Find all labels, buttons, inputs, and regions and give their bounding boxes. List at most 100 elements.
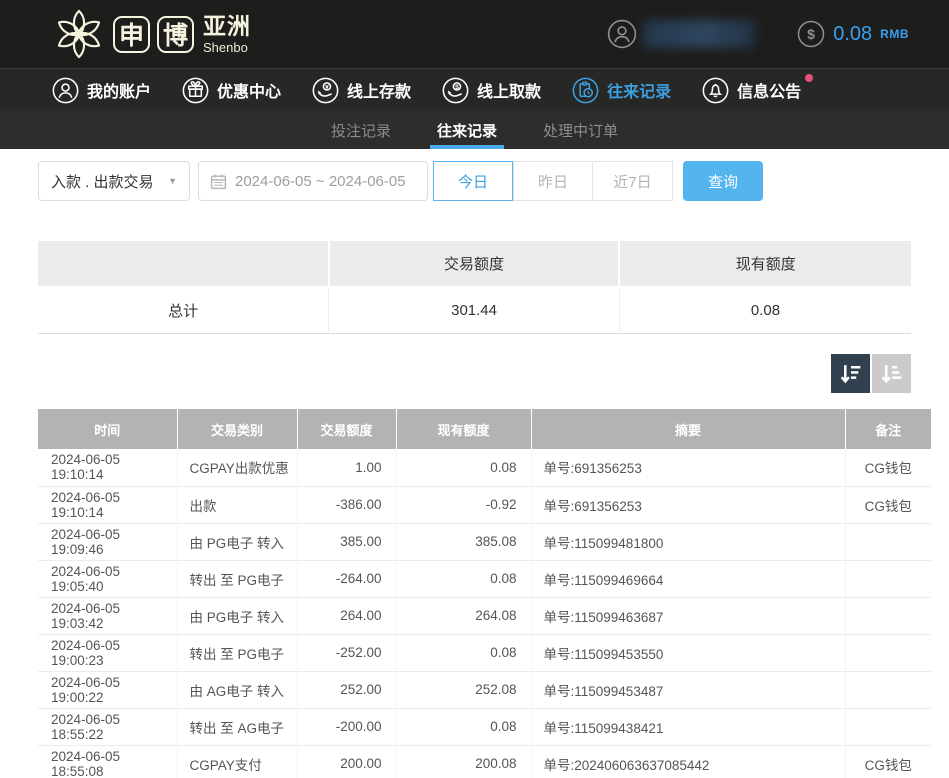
- brand-logo: 申 博 亚洲 Shenbo: [52, 7, 251, 61]
- sort-ascending-button[interactable]: [872, 354, 911, 393]
- nav-label: 我的账户: [87, 78, 151, 102]
- transaction-type-select[interactable]: 入款 . 出款交易 ▼: [38, 161, 190, 201]
- table-row: 2024-06-05 19:10:14 出款 -386.00 -0.92 单号:…: [38, 486, 931, 523]
- cell-note: [845, 634, 931, 671]
- cell-time: 2024-06-05 19:09:46: [38, 523, 177, 560]
- cell-note: [845, 708, 931, 745]
- header-transaction-type: 交易类别: [177, 409, 297, 449]
- transactions-table: 时间 交易类别 交易额度 现有额度 摘要 备注 2024-06-05 19:10…: [38, 409, 931, 778]
- cell-note: CG钱包: [845, 449, 931, 486]
- last-7-days-button[interactable]: 近7日: [593, 161, 673, 201]
- summary-transaction-total: 301.44: [329, 287, 620, 334]
- balance-currency: RMB: [880, 27, 909, 41]
- table-row: 2024-06-05 18:55:22 转出 至 AG电子 -200.00 0.…: [38, 708, 931, 745]
- cell-transaction-type: 由 PG电子 转入: [177, 597, 297, 634]
- cell-summary: 单号:115099463687: [531, 597, 845, 634]
- cell-current-balance: 264.08: [396, 597, 531, 634]
- tab-betting-records[interactable]: 投注记录: [331, 111, 391, 149]
- gift-icon: [182, 77, 209, 104]
- tab-pending-orders[interactable]: 处理中订单: [543, 111, 618, 149]
- cell-note: CG钱包: [845, 745, 931, 778]
- nav-item-transaction-records[interactable]: 往来记录: [572, 77, 671, 104]
- cell-transaction-amount: 385.00: [297, 523, 396, 560]
- header-current-balance: 现有额度: [396, 409, 531, 449]
- user-icon: [607, 19, 637, 49]
- cell-time: 2024-06-05 18:55:22: [38, 708, 177, 745]
- transactions-header-row: 时间 交易类别 交易额度 现有额度 摘要 备注: [38, 409, 931, 449]
- svg-text:$: $: [807, 26, 815, 42]
- content-area: 入款 . 出款交易 ▼ 2024-06-05 ~ 2024-06-05: [0, 161, 949, 778]
- today-button[interactable]: 今日: [433, 161, 513, 201]
- sort-controls: [38, 354, 911, 393]
- withdraw-icon: $: [442, 77, 469, 104]
- balance-amount: 0.08: [833, 23, 872, 46]
- notification-dot: [805, 74, 813, 82]
- tab-label: 投注记录: [331, 120, 391, 141]
- balance-display: $ 0.08 RMB: [797, 20, 909, 48]
- cell-transaction-amount: 252.00: [297, 671, 396, 708]
- table-row: 2024-06-05 19:10:14 CGPAY出款优惠 1.00 0.08 …: [38, 449, 931, 486]
- sub-navigation: 投注记录 往来记录 处理中订单: [0, 111, 949, 149]
- page: 申 博 亚洲 Shenbo: [0, 0, 949, 778]
- bell-icon: [702, 77, 729, 104]
- transactions-body: 2024-06-05 19:10:14 CGPAY出款优惠 1.00 0.08 …: [38, 449, 931, 778]
- records-icon: [572, 77, 599, 104]
- cell-transaction-type: 转出 至 AG电子: [177, 708, 297, 745]
- quick-range-group: 今日 昨日 近7日: [433, 161, 673, 201]
- cell-transaction-amount: 1.00: [297, 449, 396, 486]
- nav-item-announcements[interactable]: 信息公告: [702, 77, 801, 104]
- cell-time: 2024-06-05 19:05:40: [38, 560, 177, 597]
- user-account-chip[interactable]: [607, 19, 755, 49]
- summary-header-balance: 现有额度: [619, 241, 911, 287]
- tab-transaction-records[interactable]: 往来记录: [437, 111, 497, 149]
- sort-descending-button[interactable]: [831, 354, 870, 393]
- nav-item-online-withdrawal[interactable]: $ 线上取款: [442, 77, 541, 104]
- nav-item-online-deposit[interactable]: 线上存款: [312, 77, 411, 104]
- nav-label: 线上存款: [347, 78, 411, 102]
- table-row: 2024-06-05 19:03:42 由 PG电子 转入 264.00 264…: [38, 597, 931, 634]
- summary-total-row: 总计 301.44 0.08: [38, 287, 911, 334]
- calendar-icon: [210, 173, 227, 190]
- cell-current-balance: -0.92: [396, 486, 531, 523]
- cell-transaction-amount: -252.00: [297, 634, 396, 671]
- date-range-input[interactable]: 2024-06-05 ~ 2024-06-05: [198, 161, 428, 201]
- cell-current-balance: 0.08: [396, 634, 531, 671]
- yesterday-button[interactable]: 昨日: [513, 161, 593, 201]
- cell-time: 2024-06-05 19:00:23: [38, 634, 177, 671]
- summary-header-transaction: 交易额度: [329, 241, 620, 287]
- cell-summary: 单号:115099453487: [531, 671, 845, 708]
- redacted-username: [643, 20, 755, 48]
- cell-transaction-amount: -386.00: [297, 486, 396, 523]
- summary-balance-total: 0.08: [619, 287, 911, 334]
- header-summary: 摘要: [531, 409, 845, 449]
- cell-transaction-type: CGPAY支付: [177, 745, 297, 778]
- nav-label: 线上取款: [477, 78, 541, 102]
- dollar-coin-icon: $: [797, 20, 825, 48]
- cell-transaction-type: 由 PG电子 转入: [177, 523, 297, 560]
- header-time: 时间: [38, 409, 177, 449]
- cell-current-balance: 200.08: [396, 745, 531, 778]
- date-range-value: 2024-06-05 ~ 2024-06-05: [235, 173, 406, 190]
- cell-transaction-amount: 200.00: [297, 745, 396, 778]
- nav-label: 往来记录: [607, 78, 671, 102]
- cell-current-balance: 385.08: [396, 523, 531, 560]
- nav-item-my-account[interactable]: 我的账户: [52, 77, 151, 104]
- summary-header-row: 交易额度 现有额度: [38, 241, 911, 287]
- summary-header-empty: [38, 241, 329, 287]
- cell-time: 2024-06-05 19:00:22: [38, 671, 177, 708]
- top-bar: 申 博 亚洲 Shenbo: [0, 0, 949, 68]
- nav-label: 优惠中心: [217, 78, 281, 102]
- quick-range-label: 昨日: [538, 171, 568, 192]
- query-button[interactable]: 查询: [683, 161, 763, 201]
- cell-time: 2024-06-05 19:10:14: [38, 449, 177, 486]
- nav-item-promotions[interactable]: 优惠中心: [182, 77, 281, 104]
- deposit-icon: [312, 77, 339, 104]
- selected-transaction-type: 入款 . 出款交易: [51, 171, 154, 192]
- user-icon: [52, 77, 79, 104]
- cell-time: 2024-06-05 19:10:14: [38, 486, 177, 523]
- cell-summary: 单号:115099453550: [531, 634, 845, 671]
- table-row: 2024-06-05 19:05:40 转出 至 PG电子 -264.00 0.…: [38, 560, 931, 597]
- cell-time: 2024-06-05 18:55:08: [38, 745, 177, 778]
- cell-transaction-type: 由 AG电子 转入: [177, 671, 297, 708]
- chevron-down-icon: ▼: [168, 176, 177, 186]
